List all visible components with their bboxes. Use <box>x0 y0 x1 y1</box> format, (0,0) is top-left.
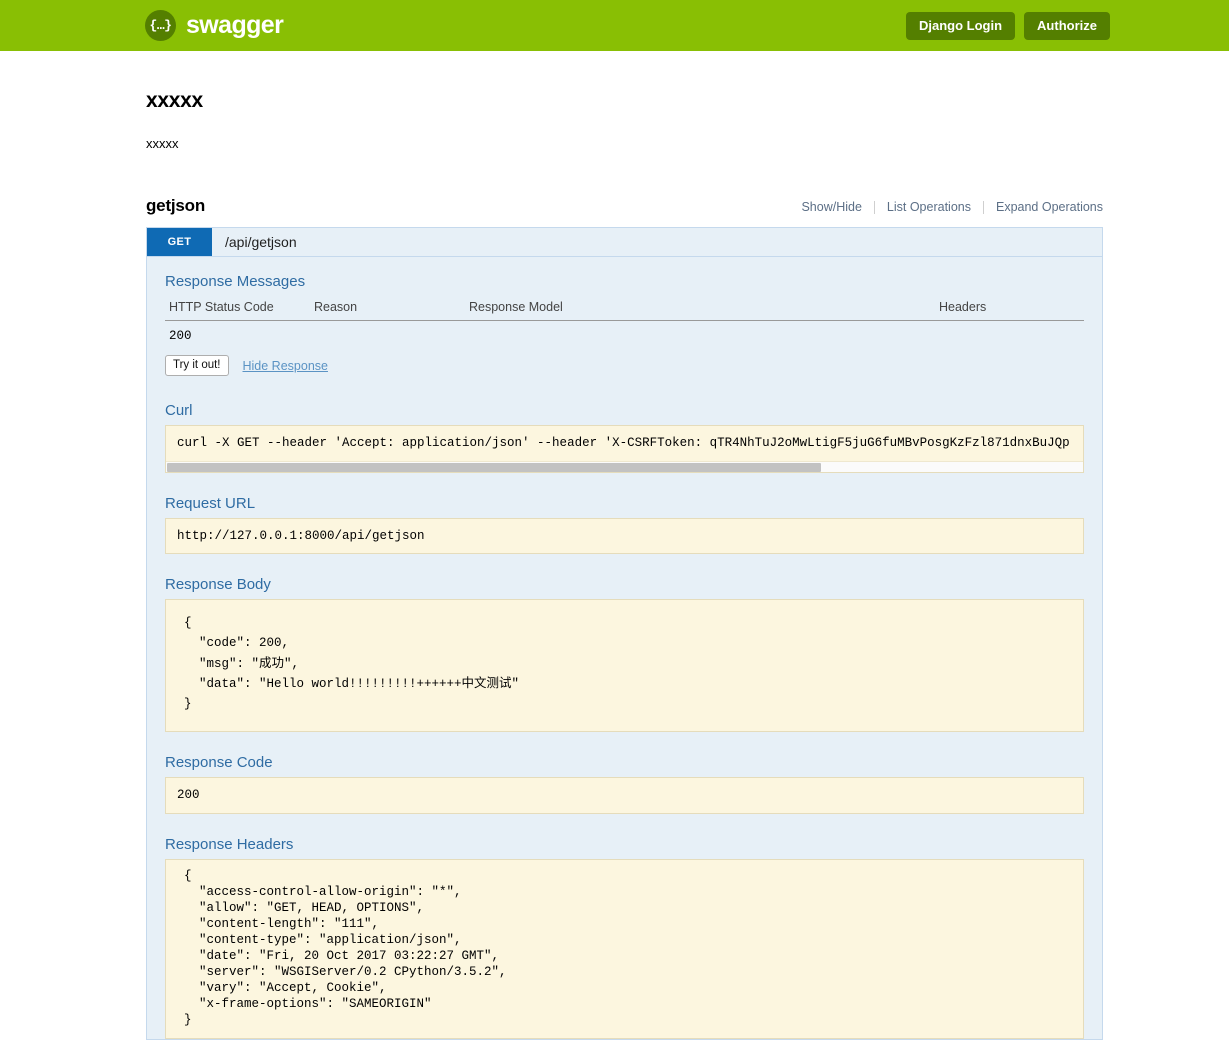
response-code-heading: Response Code <box>165 754 273 772</box>
cell-response-model <box>465 321 935 350</box>
django-login-button[interactable]: Django Login <box>906 11 1016 40</box>
column-response-model: Response Model <box>465 296 935 321</box>
operation-path[interactable]: /api/getjson <box>212 228 297 256</box>
brand-title: swagger <box>186 11 284 39</box>
list-operations-link[interactable]: List Operations <box>875 200 983 214</box>
table-row: 200 <box>165 321 1084 350</box>
curl-block: curl -X GET --header 'Accept: applicatio… <box>165 425 1084 473</box>
response-messages-table: HTTP Status Code Reason Response Model H… <box>165 296 1084 349</box>
hide-response-link[interactable]: Hide Response <box>243 359 328 373</box>
http-method-badge[interactable]: GET <box>147 228 212 256</box>
request-url-heading: Request URL <box>165 494 256 512</box>
cell-reason <box>310 321 465 350</box>
response-body-heading: Response Body <box>165 576 271 593</box>
top-navigation-bar: {…} swagger Django Login Authorize <box>0 0 1229 51</box>
curl-horizontal-scrollbar[interactable] <box>166 460 1083 472</box>
curl-command: curl -X GET --header 'Accept: applicatio… <box>166 426 1083 461</box>
top-bar-actions: Django Login Authorize <box>906 11 1110 40</box>
response-headers-value: { "access-control-allow-origin": "*", "a… <box>165 858 1084 1039</box>
operation-get-api-getjson: GET /api/getjson Response Messages HTTP … <box>146 227 1103 1040</box>
api-description: xxxxx <box>146 136 179 151</box>
cell-headers <box>935 321 1084 350</box>
api-title: xxxxx <box>146 89 203 112</box>
resource-title: getjson <box>146 196 206 215</box>
request-url-value: http://127.0.0.1:8000/api/getjson <box>165 517 1084 554</box>
curl-heading: Curl <box>165 402 193 419</box>
response-code-value: 200 <box>165 777 1084 814</box>
column-headers: Headers <box>935 296 1084 321</box>
api-info-block: xxxxx xxxxx <box>0 51 1229 151</box>
table-header-row: HTTP Status Code Reason Response Model H… <box>165 296 1084 321</box>
cell-status-code: 200 <box>169 329 192 343</box>
scrollbar-thumb[interactable] <box>167 462 822 472</box>
show-hide-link[interactable]: Show/Hide <box>801 200 873 214</box>
response-body-value: { "code": 200, "msg": "成功", "data": "Hel… <box>165 599 1084 733</box>
operation-body: Response Messages HTTP Status Code Reaso… <box>147 257 1102 1039</box>
try-it-out-button[interactable]: Try it out! <box>165 355 229 376</box>
swagger-brand[interactable]: {…} swagger <box>145 10 284 41</box>
operation-header[interactable]: GET /api/getjson <box>147 228 1102 257</box>
column-http-status-code: HTTP Status Code <box>165 296 310 321</box>
swagger-logo-icon: {…} <box>145 10 176 41</box>
authorize-button[interactable]: Authorize <box>1024 11 1110 40</box>
resource-header: getjson Show/Hide List Operations Expand… <box>146 196 1103 227</box>
column-reason: Reason <box>310 296 465 321</box>
response-messages-heading: Response Messages <box>165 273 306 290</box>
resource-operation-links: Show/Hide List Operations Expand Operati… <box>801 200 1103 214</box>
expand-operations-link[interactable]: Expand Operations <box>984 200 1103 214</box>
resource-getjson: getjson Show/Hide List Operations Expand… <box>0 196 1229 1040</box>
operation-actions: Try it out! Hide Response <box>165 355 1084 380</box>
response-headers-heading: Response Headers <box>165 835 294 853</box>
